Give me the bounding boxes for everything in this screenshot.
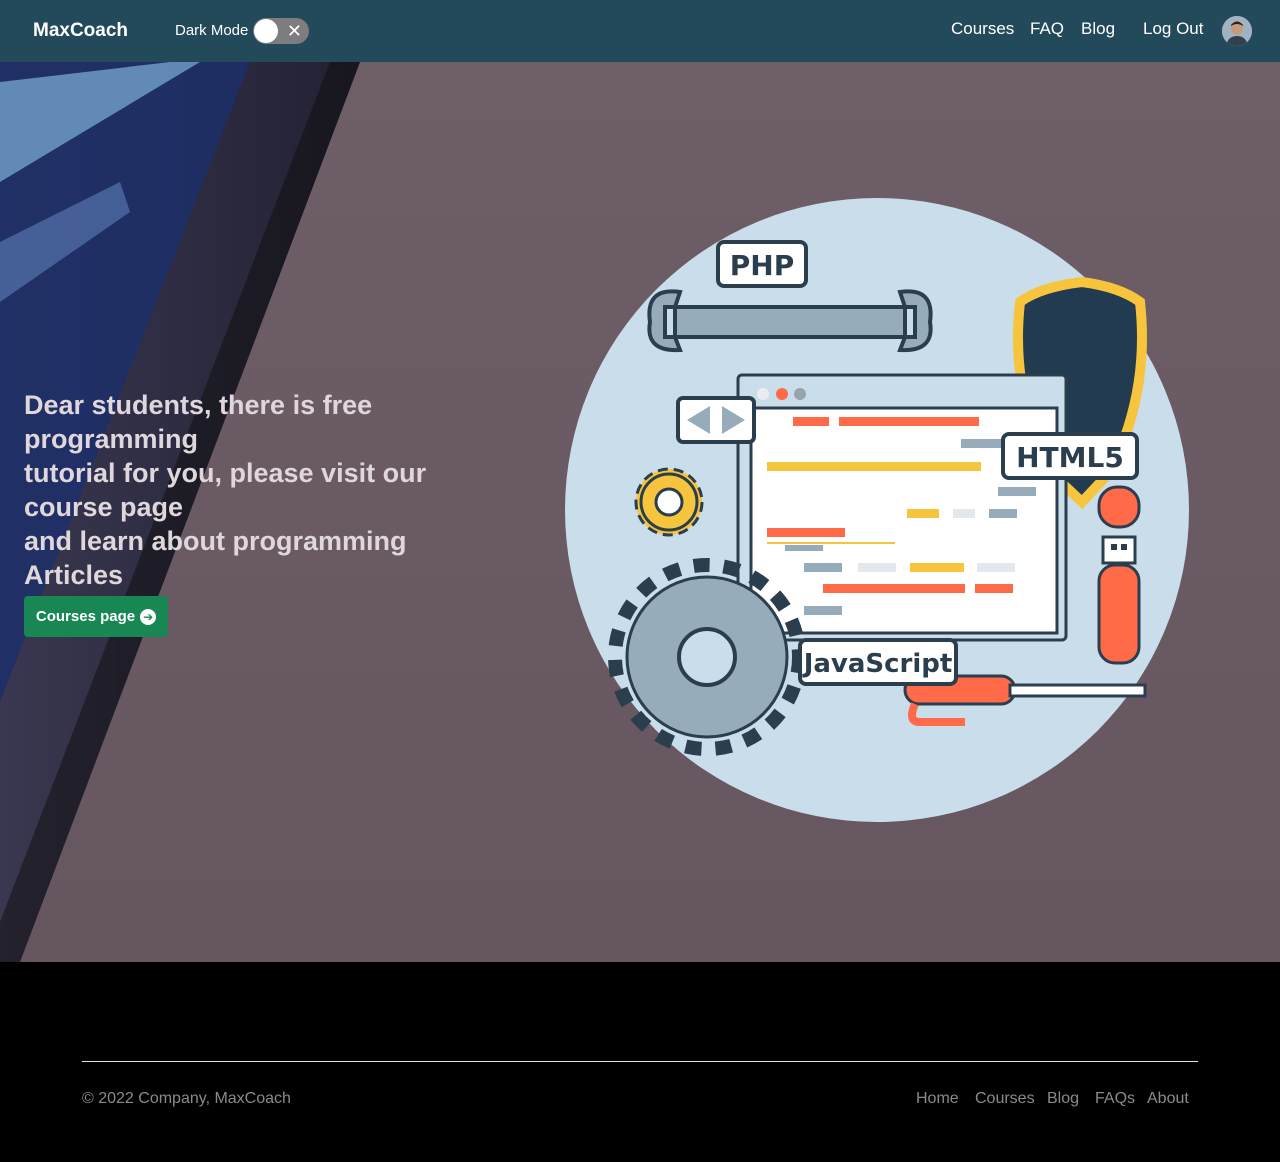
programming-illustration: PHP HTML5 JavaScript — [565, 198, 1189, 822]
hero-line-2: tutorial for you, please visit our cours… — [24, 458, 427, 522]
toggle-knob — [254, 19, 278, 43]
arrow-right-circle-icon: ➔ — [140, 608, 157, 625]
footer-home-link[interactable]: Home — [916, 1090, 959, 1108]
hero-section: Dear students, there is free programming… — [0, 62, 1280, 962]
footer-blog-link[interactable]: Blog — [1047, 1090, 1079, 1108]
hero-line-1: Dear students, there is free programming — [24, 390, 373, 454]
copyright-text: © 2022 Company, MaxCoach — [82, 1090, 291, 1107]
nav-courses-link[interactable]: Courses — [951, 19, 1014, 39]
php-tag: PHP — [730, 249, 794, 282]
footer-courses-link[interactable]: Courses — [975, 1090, 1035, 1108]
html5-tag: HTML5 — [1016, 441, 1124, 474]
footer-faqs-link[interactable]: FAQs — [1095, 1090, 1135, 1108]
hero-headline: Dear students, there is free programming… — [24, 388, 454, 592]
nav-faq-link[interactable]: FAQ — [1030, 19, 1064, 39]
nav-logout-link[interactable]: Log Out — [1143, 19, 1204, 39]
nav-blog-link[interactable]: Blog — [1081, 19, 1115, 39]
courses-page-button-label: Courses page — [35, 608, 136, 625]
usb-stick-icon — [1097, 485, 1141, 665]
user-avatar[interactable] — [1222, 16, 1252, 46]
avatar-image — [1222, 16, 1252, 46]
courses-page-button[interactable]: Courses page ➔ — [24, 596, 168, 637]
footer-divider — [82, 1061, 1198, 1062]
site-footer: © 2022 Company, MaxCoach Home Courses Bl… — [0, 962, 1280, 1162]
hero-line-3: and learn about programming Articles — [24, 526, 407, 590]
javascript-tag: JavaScript — [802, 649, 953, 679]
close-icon: ✕ — [286, 21, 302, 41]
small-gear-icon — [634, 467, 704, 537]
dark-mode-toggle[interactable]: ✕ — [253, 18, 309, 44]
dark-mode-label: Dark Mode — [175, 22, 249, 39]
brand-logo[interactable]: MaxCoach — [33, 20, 128, 42]
footer-about-link[interactable]: About — [1147, 1090, 1189, 1108]
top-navbar: MaxCoach Dark Mode ✕ Courses FAQ Blog Lo… — [0, 0, 1280, 62]
